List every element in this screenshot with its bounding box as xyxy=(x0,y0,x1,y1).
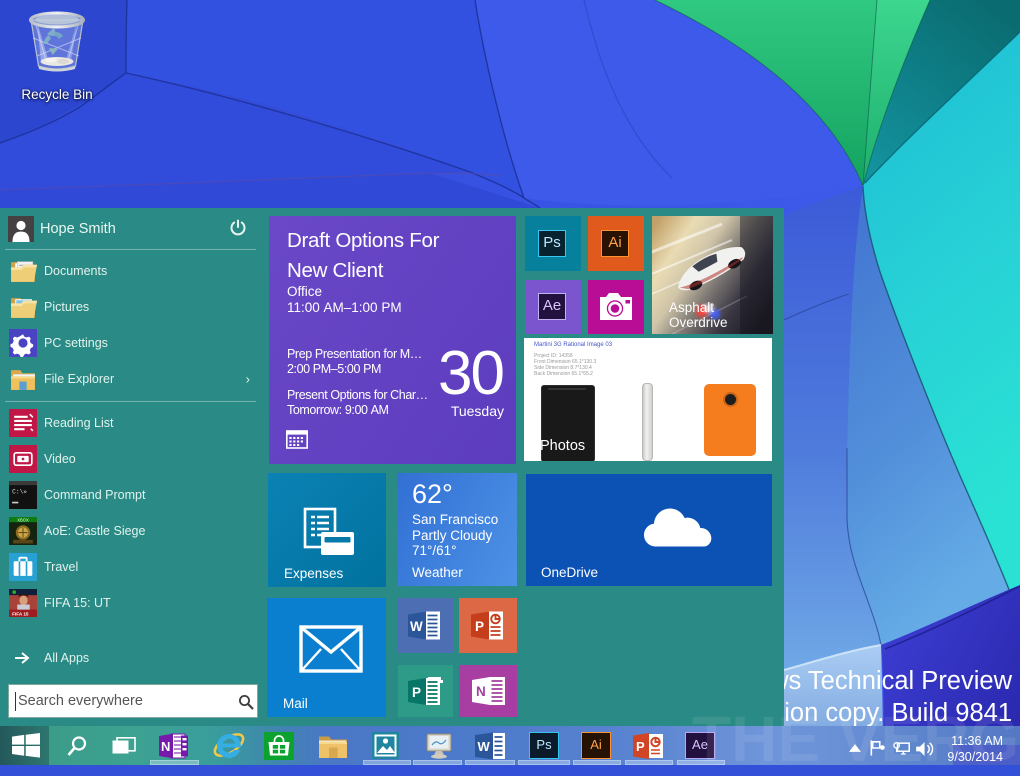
svg-text:N: N xyxy=(161,739,170,754)
svg-text:Asphalt: Asphalt xyxy=(669,300,714,315)
svg-text:W: W xyxy=(410,619,423,634)
svg-text:P: P xyxy=(475,619,484,634)
svg-text:C:\»: C:\» xyxy=(12,488,27,495)
svg-text:Overdrive: Overdrive xyxy=(669,315,728,330)
svg-text:FIFA 15: FIFA 15 xyxy=(12,611,29,616)
svg-text:P: P xyxy=(636,739,645,754)
svg-text:W: W xyxy=(478,739,491,754)
svg-text:XBOX: XBOX xyxy=(17,517,29,522)
svg-text:P: P xyxy=(412,685,421,700)
svg-text:N: N xyxy=(476,684,486,699)
